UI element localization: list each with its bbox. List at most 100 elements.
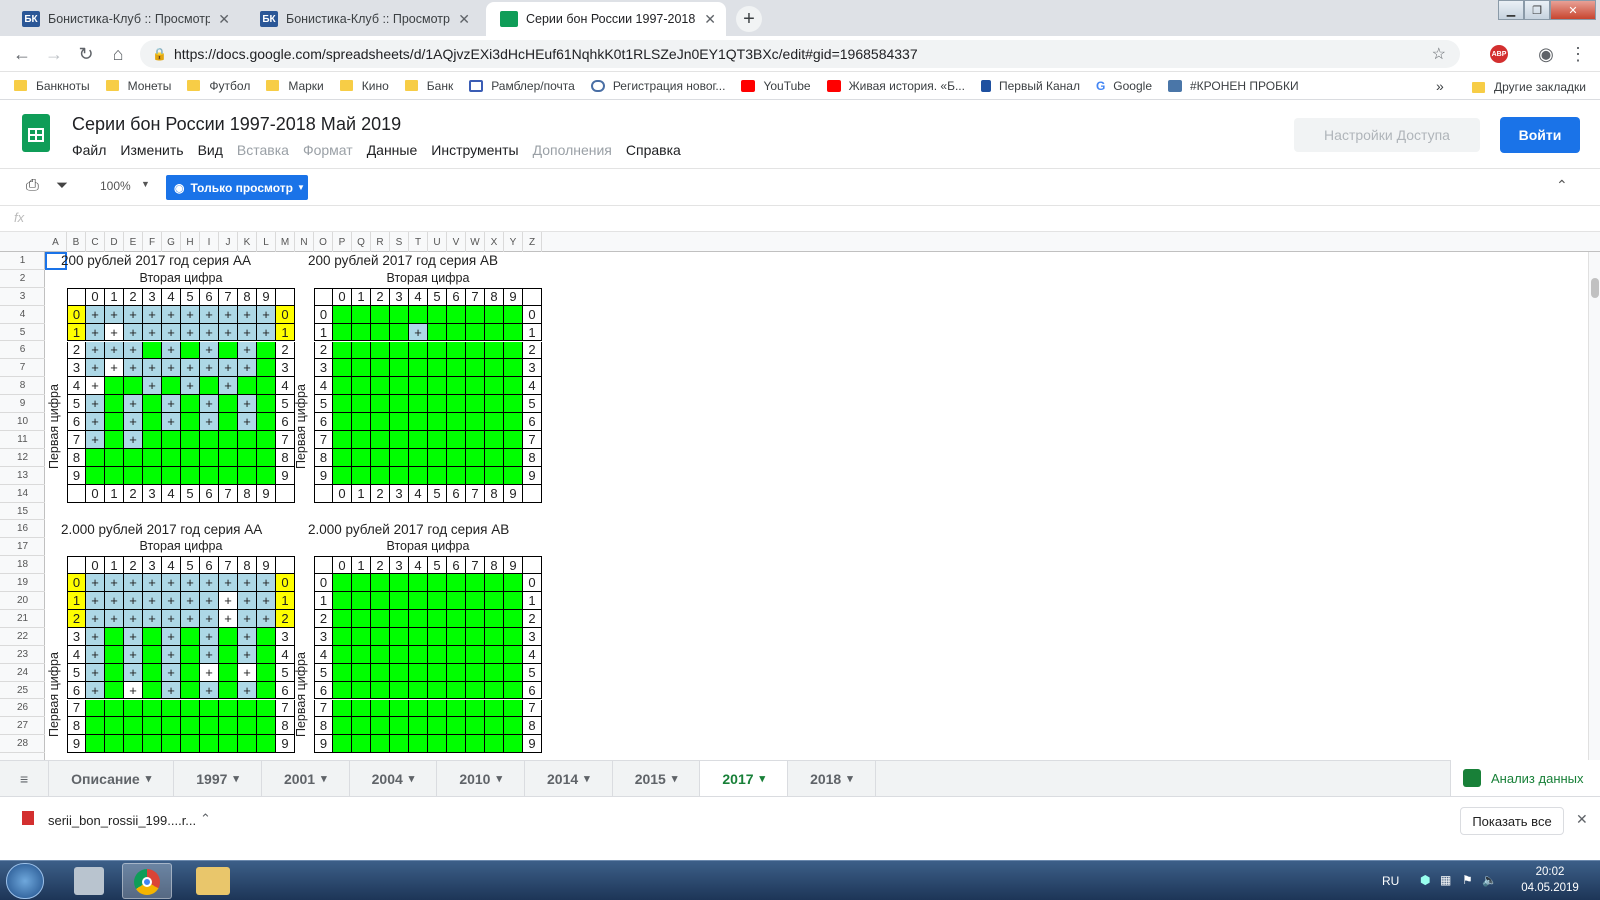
series-cell[interactable]: + — [162, 574, 181, 593]
series-cell[interactable]: + — [124, 627, 143, 646]
series-cell[interactable] — [504, 413, 523, 431]
series-cell[interactable]: + — [181, 592, 200, 610]
series-cell[interactable] — [257, 341, 276, 360]
series-cell[interactable]: + — [162, 413, 181, 431]
menu-edit[interactable]: Изменить — [120, 142, 183, 158]
series-cell[interactable] — [333, 592, 352, 610]
series-cell[interactable] — [333, 699, 352, 718]
series-cell[interactable] — [390, 699, 409, 718]
sheet-tab[interactable]: 2017 ▾ — [700, 760, 789, 797]
new-tab-button[interactable]: + — [736, 6, 762, 32]
series-cell[interactable] — [466, 627, 485, 646]
series-cell[interactable] — [181, 735, 200, 754]
series-cell[interactable] — [352, 610, 371, 628]
series-cell[interactable] — [86, 735, 105, 754]
series-cell[interactable] — [390, 681, 409, 700]
series-cell[interactable]: + — [86, 645, 105, 664]
series-cell[interactable] — [219, 735, 238, 754]
series-cell[interactable]: + — [200, 574, 219, 593]
series-cell[interactable] — [219, 717, 238, 736]
series-cell[interactable]: + — [200, 681, 219, 700]
chevron-up-icon[interactable]: ⌃ — [200, 811, 211, 827]
volume-icon[interactable]: 🔈 — [1482, 873, 1497, 887]
menu-format[interactable]: Формат — [303, 142, 353, 158]
series-cell[interactable] — [124, 735, 143, 754]
series-cell[interactable] — [466, 431, 485, 449]
series-cell[interactable] — [485, 717, 504, 736]
series-cell[interactable] — [333, 413, 352, 431]
close-icon[interactable]: ✕ — [218, 11, 230, 28]
series-cell[interactable] — [390, 413, 409, 431]
series-cell[interactable] — [447, 431, 466, 449]
menu-view[interactable]: Вид — [198, 142, 223, 158]
series-cell[interactable] — [333, 341, 352, 360]
series-cell[interactable]: + — [124, 681, 143, 700]
series-cell[interactable] — [219, 466, 238, 485]
series-cell[interactable] — [200, 431, 219, 449]
series-cell[interactable]: + — [200, 610, 219, 628]
series-cell[interactable]: + — [257, 323, 276, 342]
series-cell[interactable] — [409, 645, 428, 664]
series-cell[interactable] — [485, 681, 504, 700]
series-cell[interactable]: + — [124, 413, 143, 431]
series-cell[interactable] — [485, 305, 504, 324]
series-cell[interactable] — [352, 377, 371, 396]
bookmark-stamps[interactable]: Марки — [266, 79, 324, 93]
series-cell[interactable] — [428, 717, 447, 736]
series-cell[interactable] — [447, 663, 466, 682]
series-cell[interactable] — [371, 341, 390, 360]
series-cell[interactable]: + — [181, 574, 200, 593]
series-cell[interactable] — [371, 431, 390, 449]
series-cell[interactable] — [447, 592, 466, 610]
series-cell[interactable] — [352, 645, 371, 664]
series-cell[interactable]: + — [238, 592, 257, 610]
series-cell[interactable] — [333, 448, 352, 467]
chevron-down-icon[interactable]: ▾ — [847, 772, 853, 785]
close-icon[interactable]: ✕ — [1576, 811, 1588, 828]
series-cell[interactable] — [143, 717, 162, 736]
series-cell[interactable] — [428, 341, 447, 360]
bookmark-living-history[interactable]: Живая история. «Б... — [826, 79, 965, 93]
series-cell[interactable] — [504, 431, 523, 449]
series-cell[interactable]: + — [238, 413, 257, 431]
series-cell[interactable]: + — [219, 610, 238, 628]
series-cell[interactable] — [447, 448, 466, 467]
series-cell[interactable]: + — [86, 323, 105, 342]
series-cell[interactable] — [504, 645, 523, 664]
series-cell[interactable] — [485, 663, 504, 682]
series-cell[interactable]: + — [143, 359, 162, 378]
series-cell[interactable]: + — [409, 323, 428, 342]
series-cell[interactable]: + — [257, 574, 276, 593]
series-cell[interactable]: + — [162, 592, 181, 610]
network-icon[interactable]: ▦ — [1440, 873, 1451, 887]
bookmark-banknotes[interactable]: Банкноты — [14, 79, 90, 93]
series-cell[interactable] — [390, 645, 409, 664]
series-cell[interactable] — [428, 377, 447, 396]
series-cell[interactable] — [219, 395, 238, 414]
series-cell[interactable]: + — [238, 610, 257, 628]
series-cell[interactable]: + — [238, 681, 257, 700]
series-cell[interactable]: + — [181, 323, 200, 342]
series-cell[interactable] — [105, 413, 124, 431]
series-cell[interactable]: + — [86, 681, 105, 700]
series-cell[interactable]: + — [238, 645, 257, 664]
series-cell[interactable] — [333, 305, 352, 324]
series-cell[interactable]: + — [200, 395, 219, 414]
series-cell[interactable] — [238, 699, 257, 718]
series-cell[interactable] — [238, 466, 257, 485]
series-cell[interactable] — [428, 448, 447, 467]
series-cell[interactable] — [200, 377, 219, 396]
formula-bar[interactable]: fx — [0, 206, 1600, 232]
series-cell[interactable] — [371, 305, 390, 324]
sheets-logo-icon[interactable] — [22, 114, 50, 152]
series-cell[interactable] — [352, 323, 371, 342]
sheet-tab[interactable]: Описание ▾ — [49, 760, 175, 797]
series-cell[interactable] — [257, 645, 276, 664]
series-cell[interactable] — [409, 466, 428, 485]
series-cell[interactable] — [409, 574, 428, 593]
series-cell[interactable] — [257, 663, 276, 682]
series-cell[interactable] — [181, 431, 200, 449]
series-cell[interactable] — [86, 448, 105, 467]
series-cell[interactable] — [504, 341, 523, 360]
series-cell[interactable]: + — [219, 359, 238, 378]
